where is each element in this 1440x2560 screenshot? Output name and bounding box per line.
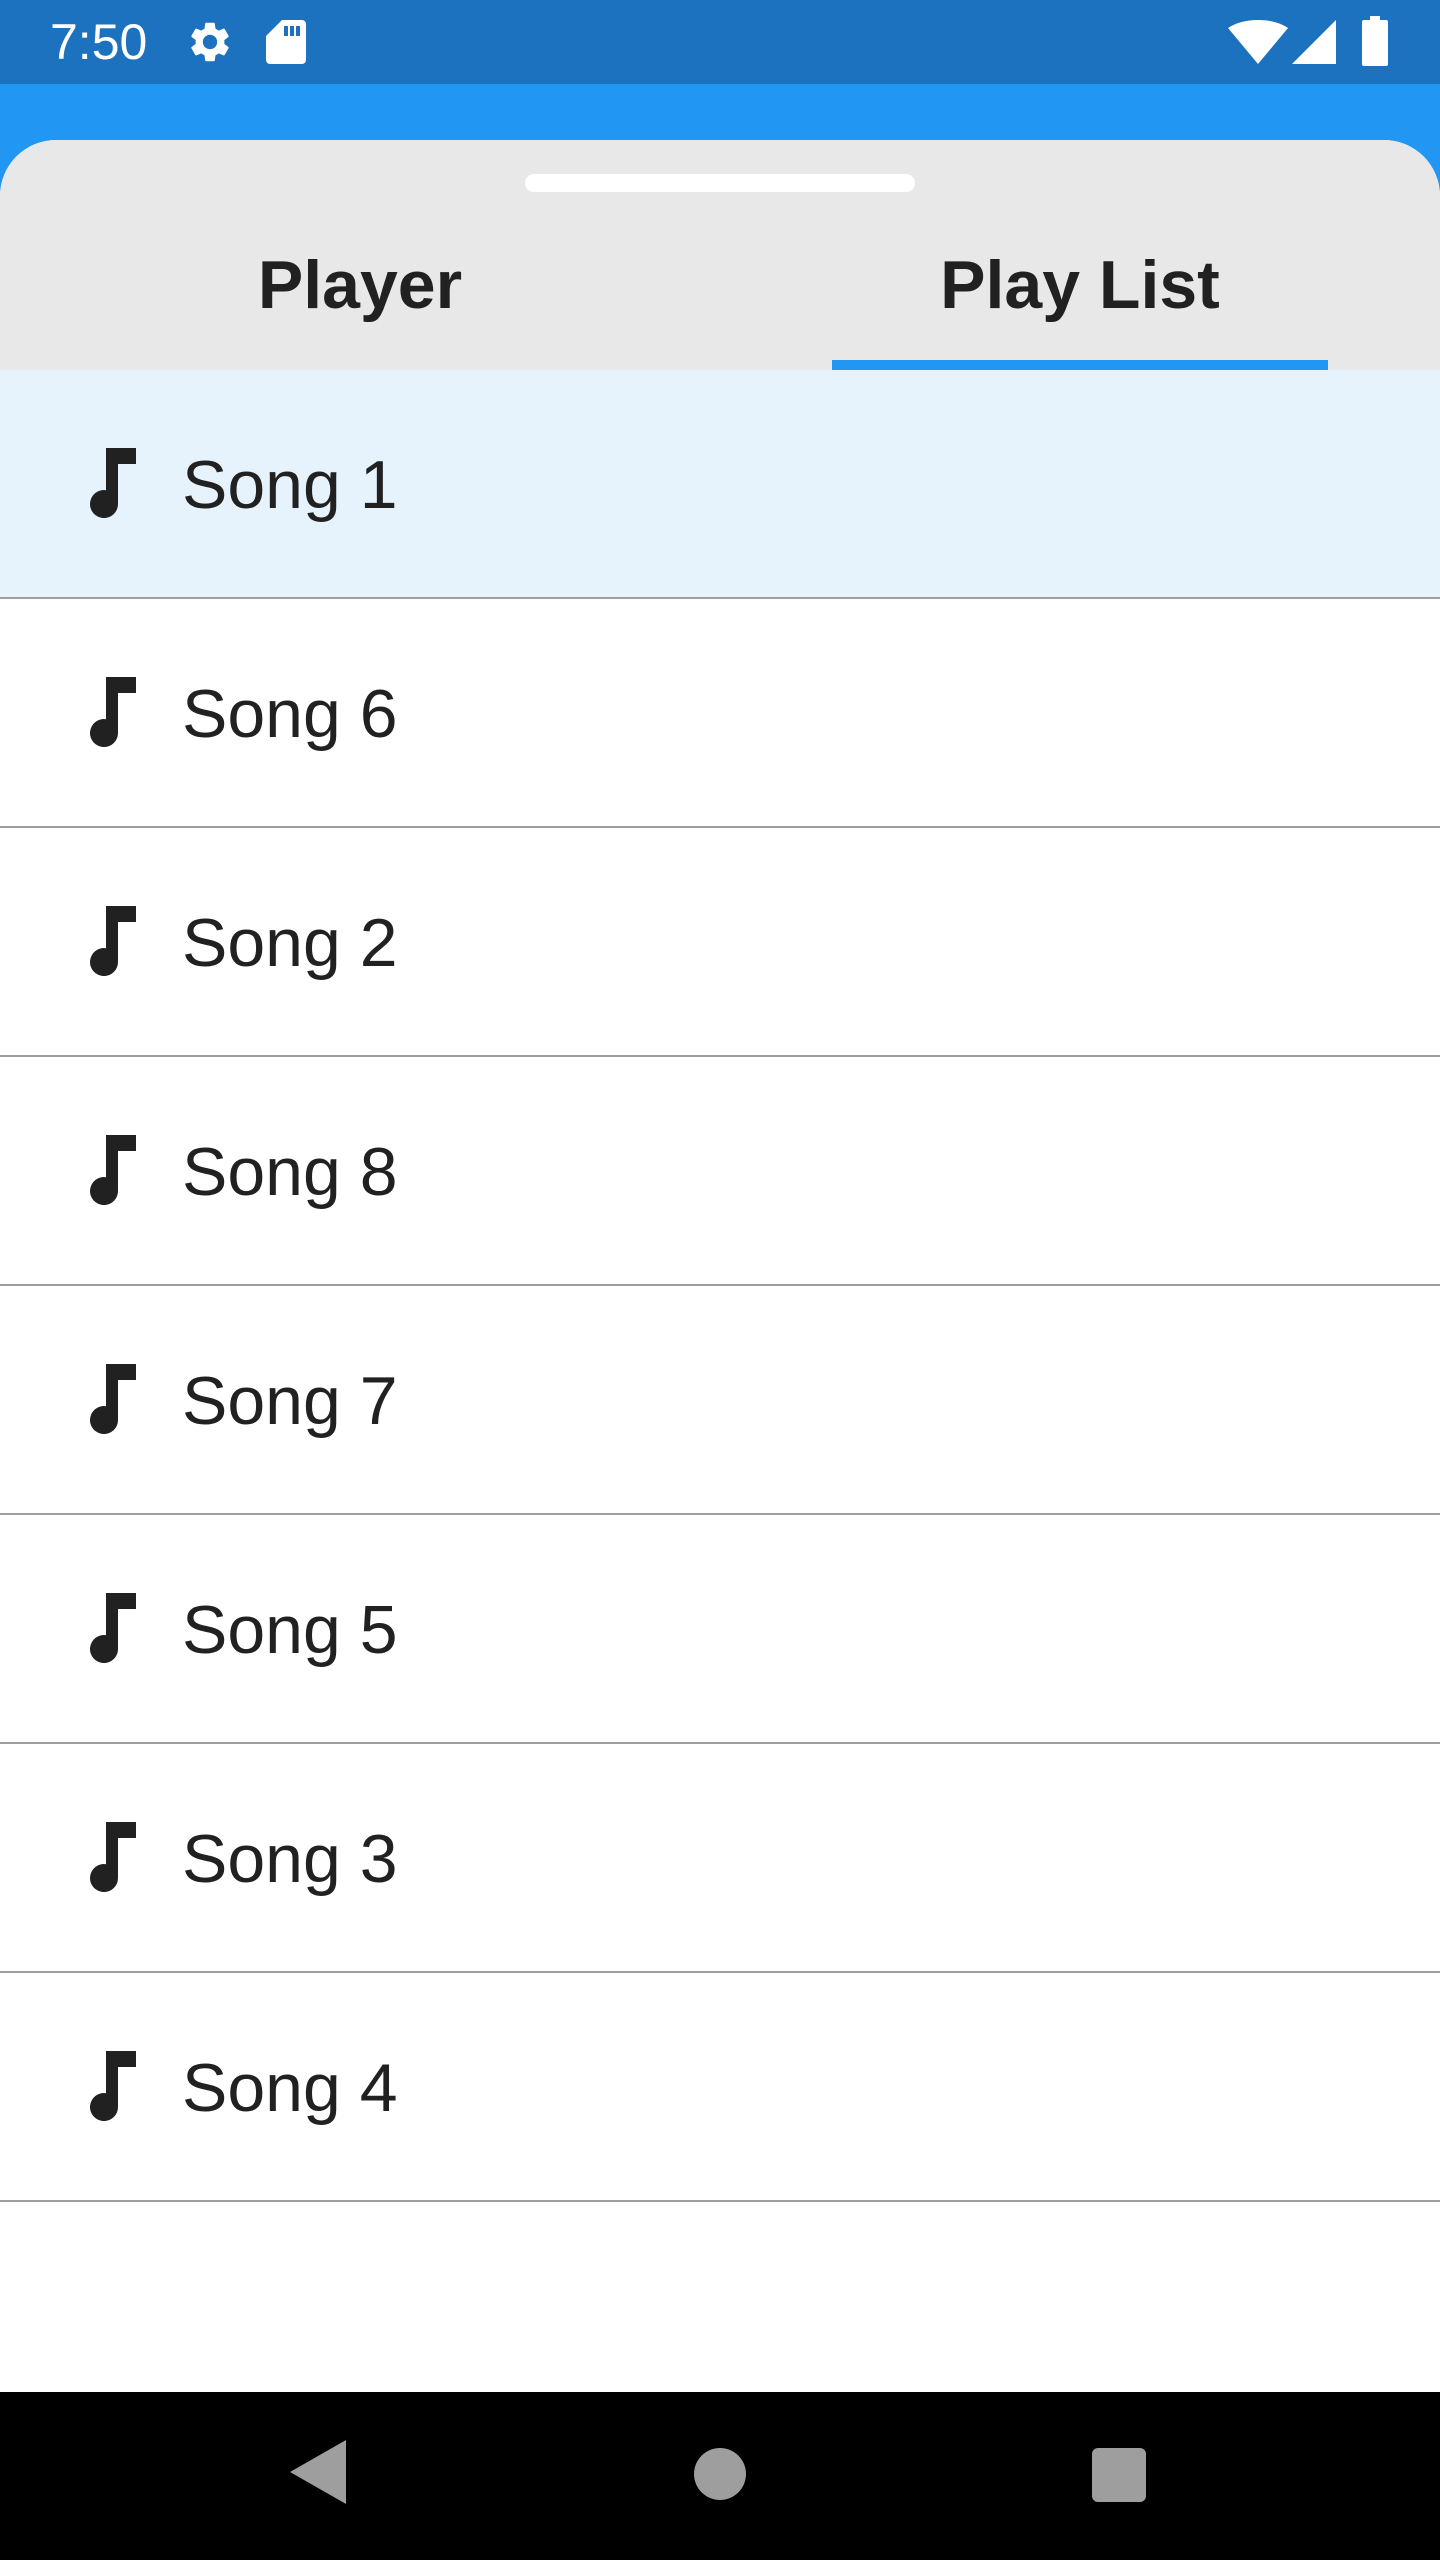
app-bar: [0, 84, 1440, 144]
tab-play-list-label: Play List: [940, 247, 1220, 323]
status-bar: 7:50: [0, 0, 1440, 84]
playlist-item[interactable]: Song 5: [0, 1515, 1440, 1744]
recents-icon[interactable]: [1092, 2448, 1146, 2502]
wifi-icon: [1228, 20, 1288, 64]
tab-player[interactable]: Player: [0, 230, 720, 370]
music-note-icon: [90, 2051, 136, 2121]
navigation-bar: [0, 2392, 1440, 2560]
playlist-item[interactable]: Song 7: [0, 1286, 1440, 1515]
cell-signal-icon: [1292, 20, 1336, 64]
playlist-item[interactable]: Song 3: [0, 1744, 1440, 1973]
music-note-icon: [90, 1822, 136, 1892]
song-title: Song 4: [182, 2050, 398, 2126]
tab-player-label: Player: [257, 247, 463, 323]
playlist-item[interactable]: Song 2: [0, 828, 1440, 1057]
music-note-icon: [90, 448, 136, 518]
status-time: 7:50: [50, 14, 148, 70]
tab-indicator: [832, 360, 1328, 370]
drag-handle[interactable]: [525, 174, 915, 192]
battery-icon: [1362, 16, 1388, 66]
song-title: Song 1: [182, 447, 398, 523]
bottom-sheet: Player Play List Song 1 Song 6 Song 2 So…: [0, 140, 1440, 2392]
gear-icon: [191, 22, 229, 62]
song-title: Song 3: [182, 1821, 398, 1897]
music-note-icon: [90, 1593, 136, 1663]
music-note-icon: [90, 906, 136, 976]
song-title: Song 5: [182, 1592, 398, 1668]
tab-play-list[interactable]: Play List: [720, 230, 1440, 370]
home-icon[interactable]: [694, 2448, 746, 2500]
playlist: Song 1 Song 6 Song 2 Song 8 Song 7 Song …: [0, 370, 1440, 2202]
song-title: Song 6: [182, 676, 398, 752]
sd-card-icon: [266, 20, 306, 64]
music-note-icon: [90, 1364, 136, 1434]
music-note-icon: [90, 677, 136, 747]
back-icon[interactable]: [290, 2440, 346, 2504]
playlist-item[interactable]: Song 4: [0, 1973, 1440, 2202]
music-note-icon: [90, 1135, 136, 1205]
playlist-item[interactable]: Song 6: [0, 599, 1440, 828]
song-title: Song 2: [182, 905, 398, 981]
tab-header: Player Play List: [0, 140, 1440, 370]
song-title: Song 8: [182, 1134, 398, 1210]
song-title: Song 7: [182, 1363, 398, 1439]
playlist-item[interactable]: Song 8: [0, 1057, 1440, 1286]
playlist-item[interactable]: Song 1: [0, 370, 1440, 599]
